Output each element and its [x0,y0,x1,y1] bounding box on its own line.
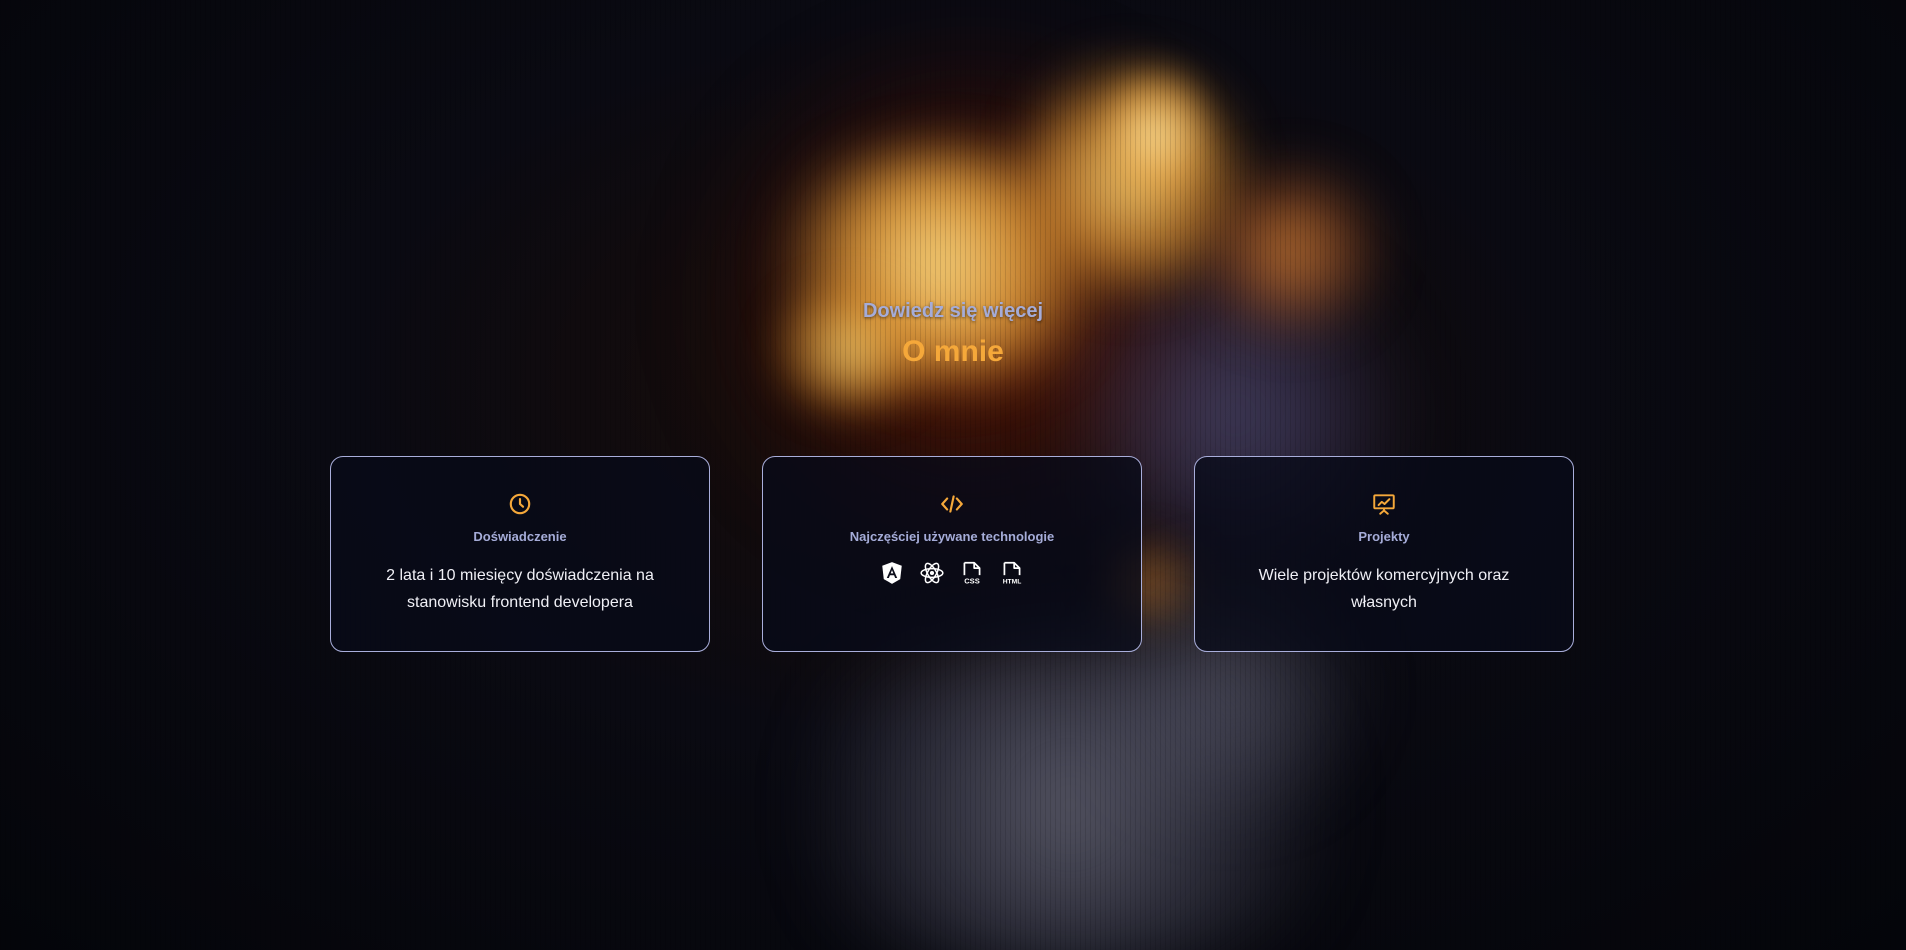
clock-icon [507,491,533,517]
technologies-card-title: Najczęściej używane technologie [849,529,1055,544]
experience-card: Doświadczenie 2 lata i 10 miesięcy doświ… [330,456,710,652]
html-file-icon: HTML [999,560,1025,586]
projects-card-text: Wiele projektów komercyjnych oraz własny… [1258,567,1510,611]
svg-text:HTML: HTML [1003,578,1022,585]
about-cards: Doświadczenie 2 lata i 10 miesięcy doświ… [330,456,1574,652]
projects-card: Projekty Wiele projektów komercyjnych or… [1194,456,1574,652]
angular-icon [879,560,905,586]
projects-card-title: Projekty [1358,529,1410,544]
experience-card-text: 2 lata i 10 miesięcy doświadczenia na st… [386,567,654,611]
about-section-header: Dowiedz się więcej O mnie [0,296,1906,370]
react-icon [919,560,945,586]
presentation-chart-icon [1371,491,1397,517]
experience-card-title: Doświadczenie [473,529,567,544]
technologies-icons: CSS HTML [763,560,1141,586]
css-file-icon: CSS [959,560,985,586]
section-eyebrow: Dowiedz się więcej [862,300,1044,322]
technologies-card: Najczęściej używane technologie CSS HTML [762,456,1142,652]
section-title: O mnie [902,335,1004,368]
code-icon [939,491,965,517]
svg-text:CSS: CSS [964,576,980,585]
page: Dowiedz się więcej O mnie Doświadczenie … [0,0,1906,950]
